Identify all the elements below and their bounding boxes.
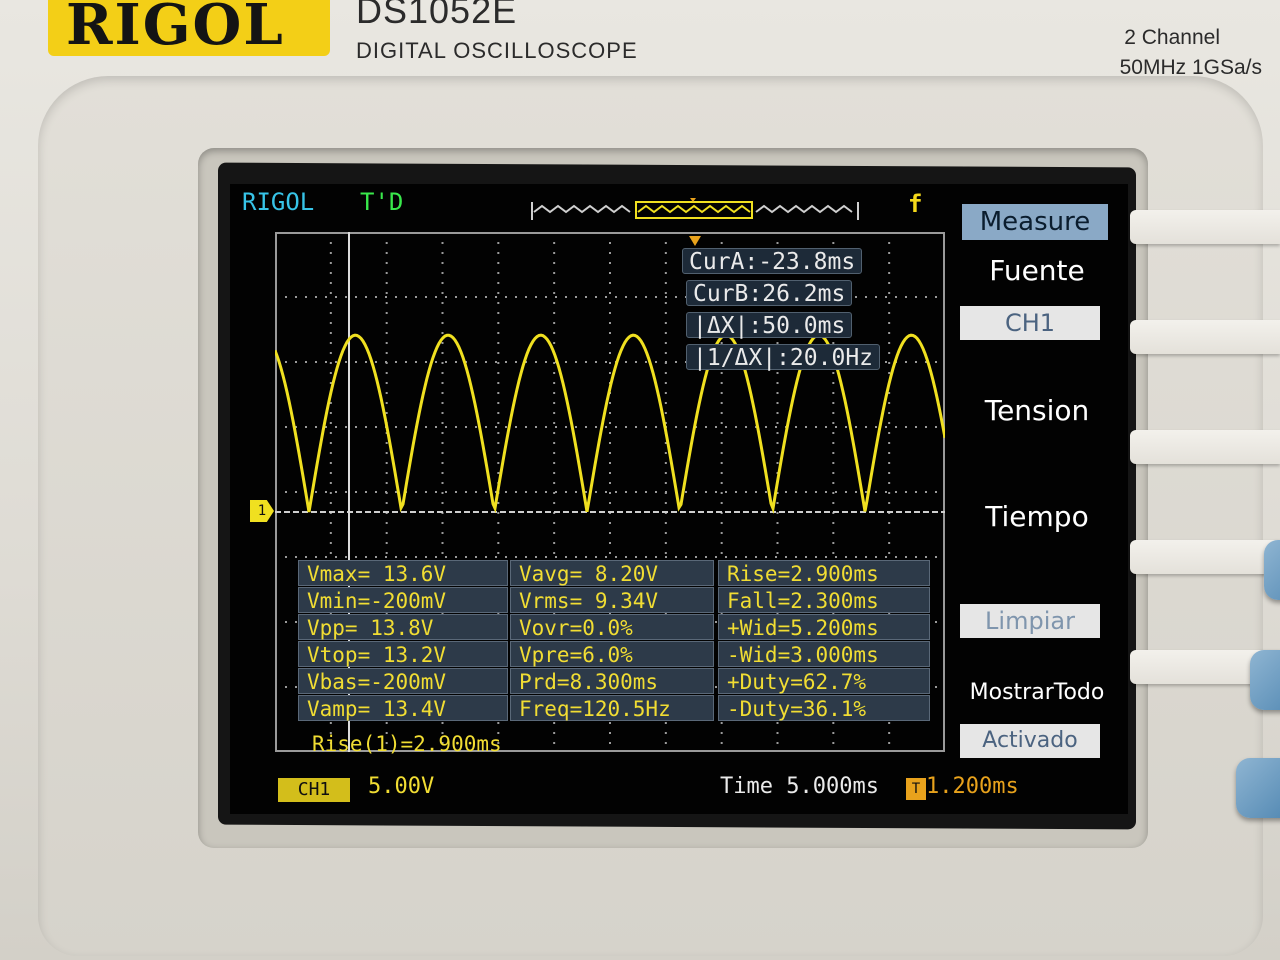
channel-1-scale: 5.00V bbox=[368, 774, 435, 799]
menu-clear-button[interactable]: Limpiar bbox=[960, 604, 1100, 638]
trigger-position-marker bbox=[689, 236, 701, 246]
measurement-row: Vmax= 13.6V Vavg= 8.20V Rise=2.900ms bbox=[298, 560, 930, 586]
measurement-value: +Wid=5.200ms bbox=[718, 614, 930, 640]
trigger-status: T'D bbox=[360, 188, 404, 216]
cursor-delta-readout: |ΔX|:50.0ms bbox=[686, 312, 853, 339]
measurement-row: Vpp= 13.8V Vovr=0.0% +Wid=5.200ms bbox=[298, 614, 930, 640]
model-subtitle: DIGITAL OSCILLOSCOPE bbox=[356, 38, 638, 63]
measurement-value: Vamp= 13.4V bbox=[298, 695, 508, 721]
trigger-offset-value: 1.200ms bbox=[926, 774, 1019, 799]
menu-item-show-all-label: MostrarTodo bbox=[969, 680, 1105, 705]
side-button-1[interactable] bbox=[1264, 540, 1280, 600]
rise-readout: Rise(1)=2.900ms bbox=[312, 732, 502, 756]
timebase-label: Time 5.000ms bbox=[720, 774, 879, 799]
menu-item-voltage-label: Tension bbox=[984, 394, 1090, 427]
softkey-2[interactable] bbox=[1130, 320, 1280, 354]
model-name: DS1052E bbox=[356, 0, 518, 31]
softkey-3[interactable] bbox=[1130, 430, 1280, 464]
menu-item-source-label: Fuente bbox=[989, 254, 1085, 287]
memory-depth-indicator bbox=[531, 198, 859, 220]
measurement-value: Vbas=-200mV bbox=[298, 668, 508, 694]
brand-logo: RIGOL bbox=[48, 0, 330, 58]
measurement-value: Vmax= 13.6V bbox=[298, 560, 508, 586]
measurement-value: Freq=120.5Hz bbox=[510, 695, 714, 721]
menu-title: Measure bbox=[962, 204, 1108, 240]
cursor-frequency-readout: |1/ΔX|:20.0Hz bbox=[686, 344, 881, 371]
measurement-value: -Duty=36.1% bbox=[718, 695, 930, 721]
measurement-value: +Duty=62.7% bbox=[718, 668, 930, 694]
trigger-offset-icon: T bbox=[906, 778, 926, 800]
trigger-edge-icon: f bbox=[908, 190, 923, 218]
scale-bar: CH1 5.00V Time 5.000ms T 1.200ms bbox=[230, 772, 1128, 812]
side-button-3[interactable] bbox=[1236, 758, 1280, 818]
measurement-row: Vbas=-200mV Prd=8.300ms +Duty=62.7% bbox=[298, 668, 930, 694]
measurement-value: Vrms= 9.34V bbox=[510, 587, 714, 613]
measurement-row: Vamp= 13.4V Freq=120.5Hz -Duty=36.1% bbox=[298, 695, 930, 721]
cursor-b-readout: CurB:26.2ms bbox=[686, 280, 853, 307]
measurement-value: Prd=8.300ms bbox=[510, 668, 714, 694]
oscilloscope-screen: RIGOL T'D f CurA:-23.8ms CurB:26.2ms |ΔX… bbox=[230, 184, 1128, 814]
spec-channels: 2 Channel bbox=[1124, 26, 1220, 49]
channel-1-ground-marker: 1 bbox=[250, 500, 274, 522]
menu-item-source[interactable]: Fuente bbox=[946, 254, 1128, 287]
cursor-a-readout: CurA:-23.8ms bbox=[682, 248, 863, 275]
menu-item-time[interactable]: Tiempo bbox=[946, 500, 1128, 533]
measure-menu: Measure Fuente CH1 Tension Tiempo Limpia… bbox=[946, 204, 1128, 764]
measurement-value: Vpp= 13.8V bbox=[298, 614, 508, 640]
measurement-value: Rise=2.900ms bbox=[718, 560, 930, 586]
menu-item-show-all[interactable]: MostrarTodo bbox=[946, 680, 1128, 705]
menu-item-voltage[interactable]: Tension bbox=[946, 394, 1128, 427]
measurement-value: Fall=2.300ms bbox=[718, 587, 930, 613]
measurement-row: Vtop= 13.2V Vpre=6.0% -Wid=3.000ms bbox=[298, 641, 930, 667]
softkey-4[interactable] bbox=[1130, 540, 1280, 574]
menu-source-value[interactable]: CH1 bbox=[960, 306, 1100, 340]
channel-1-indicator: CH1 bbox=[278, 778, 350, 802]
side-button-2[interactable] bbox=[1250, 650, 1280, 710]
measurement-value: Vavg= 8.20V bbox=[510, 560, 714, 586]
measurement-table: Vmax= 13.6V Vavg= 8.20V Rise=2.900ms Vmin=-… bbox=[298, 560, 930, 721]
menu-show-all-value[interactable]: Activado bbox=[960, 724, 1100, 758]
screen-brand-label: RIGOL bbox=[242, 188, 315, 216]
measurement-value: Vpre=6.0% bbox=[510, 641, 714, 667]
brand-logo-text: RIGOL bbox=[66, 0, 285, 58]
measurement-value: Vmin=-200mV bbox=[298, 587, 508, 613]
softkey-1[interactable] bbox=[1130, 210, 1280, 244]
measurement-value: Vtop= 13.2V bbox=[298, 641, 508, 667]
measurement-row: Vmin=-200mV Vrms= 9.34V Fall=2.300ms bbox=[298, 587, 930, 613]
measurement-value: Vovr=0.0% bbox=[510, 614, 714, 640]
menu-item-time-label: Tiempo bbox=[985, 500, 1089, 533]
measurement-value: -Wid=3.000ms bbox=[718, 641, 930, 667]
